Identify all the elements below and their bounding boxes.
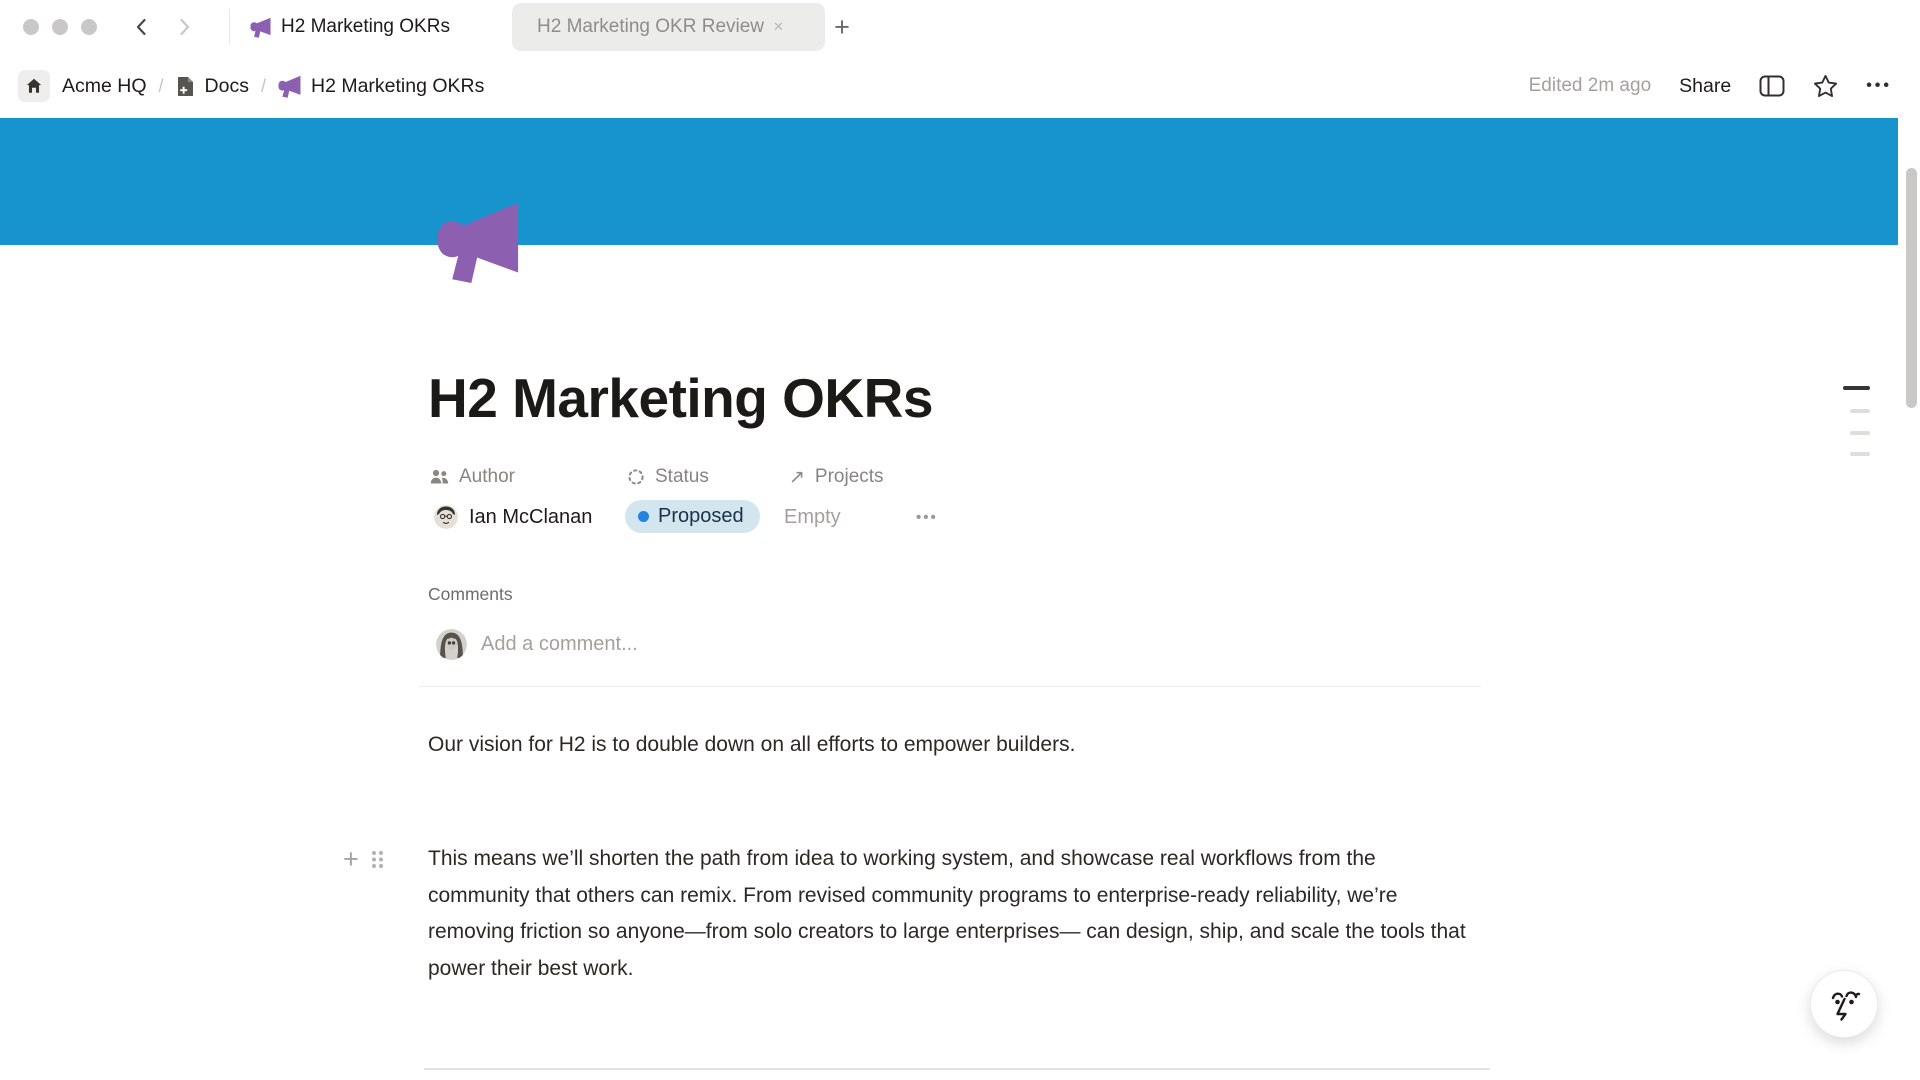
page-title[interactable]: H2 Marketing OKRs	[428, 366, 933, 430]
side-panel-toggle-icon[interactable]	[1759, 75, 1785, 97]
home-icon	[25, 77, 43, 95]
tab-h2-marketing-okrs[interactable]: H2 Marketing OKRs	[238, 0, 462, 54]
breadcrumb-separator: /	[159, 76, 164, 97]
status-dot-icon	[638, 511, 649, 522]
property-label-projects[interactable]: ↗ Projects	[789, 464, 884, 490]
breadcrumb-label: H2 Marketing OKRs	[311, 75, 484, 98]
status-text: Proposed	[658, 505, 744, 528]
tab-h2-marketing-okr-review[interactable]: H2 Marketing OKR Review ✕	[512, 3, 825, 51]
add-block-icon[interactable]: +	[343, 846, 359, 872]
chevron-right-icon	[174, 17, 194, 37]
breadcrumb-item-home[interactable]	[18, 70, 50, 102]
share-button[interactable]: Share	[1679, 75, 1731, 98]
breadcrumb: Acme HQ / Docs / H2 Marketing OKRs	[18, 54, 486, 118]
favorite-star-icon[interactable]	[1813, 74, 1838, 98]
close-tab-icon[interactable]: ✕	[773, 19, 784, 35]
content-divider-block	[424, 1068, 1490, 1070]
breadcrumb-separator: /	[261, 76, 266, 97]
last-edited-text: Edited 2m ago	[1529, 75, 1652, 97]
ai-face-icon	[1826, 985, 1862, 1023]
property-label-status[interactable]: Status	[627, 464, 709, 490]
property-label-author[interactable]: Author	[430, 464, 515, 490]
author-avatar	[434, 505, 458, 529]
header-actions: Edited 2m ago Share •••	[1529, 54, 1892, 118]
drag-handle-icon[interactable]	[371, 850, 384, 869]
tab-label: H2 Marketing OKR Review	[537, 16, 764, 38]
page-header-bar: Acme HQ / Docs / H2 Marketing OKRs Edite…	[0, 54, 1920, 118]
toc-item[interactable]	[1850, 431, 1870, 435]
comment-input-row[interactable]: Add a comment...	[436, 629, 638, 660]
text-block-1[interactable]: Our vision for H2 is to double down on a…	[428, 727, 1476, 764]
tab-label: H2 Marketing OKRs	[281, 16, 450, 38]
megaphone-icon	[250, 17, 271, 38]
breadcrumb-label: Acme HQ	[62, 75, 147, 98]
property-label-text: Author	[459, 466, 515, 488]
window-tab-bar: H2 Marketing OKRs H2 Marketing OKR Revie…	[0, 0, 1920, 54]
window-controls	[23, 19, 97, 35]
author-name: Ian McClanan	[469, 506, 592, 529]
arrow-up-right-icon: ↗	[789, 466, 805, 489]
status-badge[interactable]: Proposed	[625, 500, 760, 533]
comment-input[interactable]: Add a comment...	[481, 633, 638, 656]
toc-item[interactable]	[1850, 409, 1870, 413]
property-more-icon[interactable]: •••	[916, 500, 938, 534]
tab-separator	[229, 9, 230, 45]
property-label-text: Projects	[815, 466, 884, 488]
comments-heading: Comments	[428, 584, 513, 605]
page-cover	[0, 118, 1898, 245]
breadcrumb-label: Docs	[205, 75, 249, 98]
toc-item-active[interactable]	[1843, 386, 1870, 390]
notion-ai-button[interactable]	[1810, 970, 1878, 1038]
property-label-text: Status	[655, 466, 709, 488]
people-icon	[430, 469, 449, 485]
history-forward-button[interactable]	[172, 15, 196, 39]
minimize-window-button[interactable]	[52, 19, 68, 35]
property-value-projects[interactable]: Empty	[784, 500, 841, 534]
scrollbar-thumb[interactable]	[1906, 168, 1917, 408]
status-spinner-icon	[627, 468, 645, 486]
megaphone-icon	[278, 75, 301, 98]
document-icon	[176, 76, 195, 97]
toc-item[interactable]	[1850, 452, 1870, 456]
close-window-button[interactable]	[23, 19, 39, 35]
section-divider	[419, 686, 1481, 687]
history-back-button[interactable]	[130, 15, 154, 39]
zoom-window-button[interactable]	[81, 19, 97, 35]
breadcrumb-item-current-page[interactable]: H2 Marketing OKRs	[276, 75, 486, 98]
chevron-left-icon	[132, 17, 152, 37]
current-user-avatar	[436, 629, 467, 660]
breadcrumb-item-docs[interactable]: Docs	[174, 75, 251, 98]
new-tab-button[interactable]: +	[827, 12, 857, 42]
breadcrumb-item-workspace[interactable]: Acme HQ	[60, 75, 149, 98]
page-megaphone-icon[interactable]	[436, 200, 520, 284]
block-controls: +	[343, 846, 384, 872]
property-value-author[interactable]: Ian McClanan	[434, 500, 592, 534]
text-block-2[interactable]: This means we’ll shorten the path from i…	[428, 841, 1480, 987]
more-options-icon[interactable]: •••	[1866, 77, 1892, 95]
